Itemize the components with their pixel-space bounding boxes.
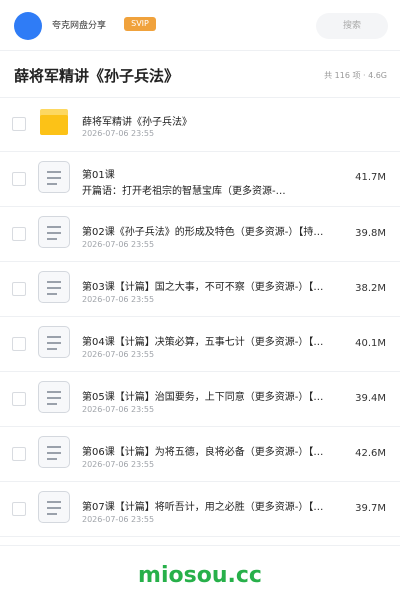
item-size: 39.8M <box>355 228 386 239</box>
list-item[interactable]: 第05课【计篇】治国要务，上下同意（更多资源-）【… 2026-07-06 23… <box>0 372 400 427</box>
item-checkbox[interactable] <box>12 227 26 241</box>
item-checkbox[interactable] <box>12 172 26 186</box>
item-size: 40.1M <box>355 338 386 349</box>
item-title: 薛将军精讲《孙子兵法》 <box>82 117 192 128</box>
item-title: 第04课【计篇】决策必算，五事七计（更多资源-）【… <box>82 337 324 348</box>
folder-icon <box>38 106 70 138</box>
list-item[interactable]: 第07课【计篇】将听吾计，用之必胜（更多资源-）【… 2026-07-06 23… <box>0 482 400 537</box>
search-input[interactable]: 搜索 <box>316 13 388 39</box>
list-item[interactable]: 第02课《孙子兵法》的形成及特色（更多资源-）【持… 2026-07-06 23… <box>0 207 400 262</box>
footer-divider <box>0 545 400 546</box>
folder-summary: 共 116 项 · 4.6G <box>324 71 387 80</box>
item-checkbox[interactable] <box>12 447 26 461</box>
list-item[interactable]: 第03课【计篇】国之大事，不可不察（更多资源-）【… 2026-07-06 23… <box>0 262 400 317</box>
svip-badge[interactable]: SVIP <box>124 17 156 31</box>
item-subtitle: 开篇语：打开老祖宗的智慧宝库（更多资源-… <box>82 186 286 197</box>
item-title: 第07课【计篇】将听吾计，用之必胜（更多资源-）【… <box>82 502 324 513</box>
item-checkbox[interactable] <box>12 392 26 406</box>
item-date: 2026-07-06 23:55 <box>82 129 155 138</box>
search-placeholder: 搜索 <box>342 21 361 31</box>
item-size: 41.7M <box>355 172 386 183</box>
item-date: 2026-07-06 23:55 <box>82 515 155 524</box>
list-item[interactable]: 薛将军精讲《孙子兵法》 2026-07-06 23:55 <box>0 97 400 152</box>
item-checkbox[interactable] <box>12 117 26 131</box>
document-icon <box>38 381 70 413</box>
item-title: 第02课《孙子兵法》的形成及特色（更多资源-）【持… <box>82 227 324 238</box>
folder-header: 薛将军精讲《孙子兵法》 共 116 项 · 4.6G <box>0 51 400 98</box>
file-list: 薛将军精讲《孙子兵法》 2026-07-06 23:55 第01课 开篇语：打开… <box>0 97 400 537</box>
item-checkbox[interactable] <box>12 282 26 296</box>
item-date: 2026-07-06 23:55 <box>82 460 155 469</box>
avatar[interactable] <box>14 12 42 40</box>
item-date: 2026-07-06 23:55 <box>82 405 155 414</box>
item-size: 42.6M <box>355 448 386 459</box>
document-icon <box>38 326 70 358</box>
item-date: 2026-07-06 23:55 <box>82 350 155 359</box>
document-icon <box>38 216 70 248</box>
top-bar: 夸克网盘分享 SVIP 搜索 <box>0 0 400 51</box>
document-icon <box>38 161 70 193</box>
item-size: 39.4M <box>355 393 386 404</box>
item-title: 第06课【计篇】为将五德，良将必备（更多资源-）【… <box>82 447 324 458</box>
item-checkbox[interactable] <box>12 502 26 516</box>
item-checkbox[interactable] <box>12 337 26 351</box>
app-name: 夸克网盘分享 <box>52 21 107 31</box>
item-title: 第05课【计篇】治国要务，上下同意（更多资源-）【… <box>82 392 324 403</box>
list-item[interactable]: 第06课【计篇】为将五德，良将必备（更多资源-）【… 2026-07-06 23… <box>0 427 400 482</box>
list-item[interactable]: 第04课【计篇】决策必算，五事七计（更多资源-）【… 2026-07-06 23… <box>0 317 400 372</box>
item-title: 第01课 <box>82 170 115 181</box>
page-title: 薛将军精讲《孙子兵法》 <box>14 67 180 85</box>
document-icon <box>38 491 70 523</box>
document-icon <box>38 271 70 303</box>
watermark: miosou.cc <box>138 563 262 588</box>
list-item[interactable]: 第01课 开篇语：打开老祖宗的智慧宝库（更多资源-… 41.7M <box>0 152 400 207</box>
document-icon <box>38 436 70 468</box>
item-date: 2026-07-06 23:55 <box>82 295 155 304</box>
item-size: 38.2M <box>355 283 386 294</box>
item-date: 2026-07-06 23:55 <box>82 240 155 249</box>
item-title: 第03课【计篇】国之大事，不可不察（更多资源-）【… <box>82 282 324 293</box>
item-size: 39.7M <box>355 503 386 514</box>
